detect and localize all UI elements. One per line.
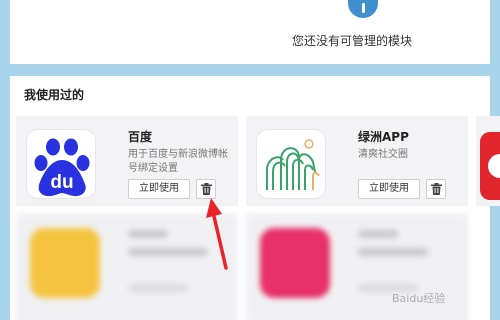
empty-message: 您还没有可管理的模块 [292, 34, 413, 48]
use-now-button[interactable]: 立即使用 [128, 179, 190, 199]
trash-icon [200, 183, 212, 195]
svg-text:du: du [50, 172, 73, 193]
app-description: 用于百度与新浪微博帐号绑定设置 [128, 149, 228, 174]
red-app-icon[interactable] [480, 132, 500, 200]
app-name: 绿洲APP [358, 130, 409, 144]
app-card-oasis: 绿洲APP 清爽社交圈 立即使用 [246, 116, 468, 206]
oasis-icon[interactable] [256, 129, 326, 199]
info-icon [348, 0, 378, 18]
app-description: 清爽社交圈 [358, 149, 408, 160]
delete-button[interactable] [426, 179, 446, 199]
used-apps-panel: 我使用过的 du 百度 用于百度与新浪微博帐号绑定设置 立即使用 绿洲APP 清… [10, 76, 500, 320]
watermark: Baidu经验 [392, 292, 446, 305]
baidu-paw-icon[interactable]: du [26, 129, 96, 199]
delete-button[interactable] [196, 179, 216, 199]
section-title: 我使用过的 [24, 88, 85, 102]
app-name: 百度 [128, 130, 153, 144]
blurred-card [16, 214, 238, 320]
module-empty-panel: 您还没有可管理的模块 [10, 0, 490, 64]
app-card-partial [476, 116, 500, 206]
trash-icon [430, 183, 442, 195]
use-now-button[interactable]: 立即使用 [358, 179, 420, 199]
app-card-baidu: du 百度 用于百度与新浪微博帐号绑定设置 立即使用 [16, 116, 238, 206]
